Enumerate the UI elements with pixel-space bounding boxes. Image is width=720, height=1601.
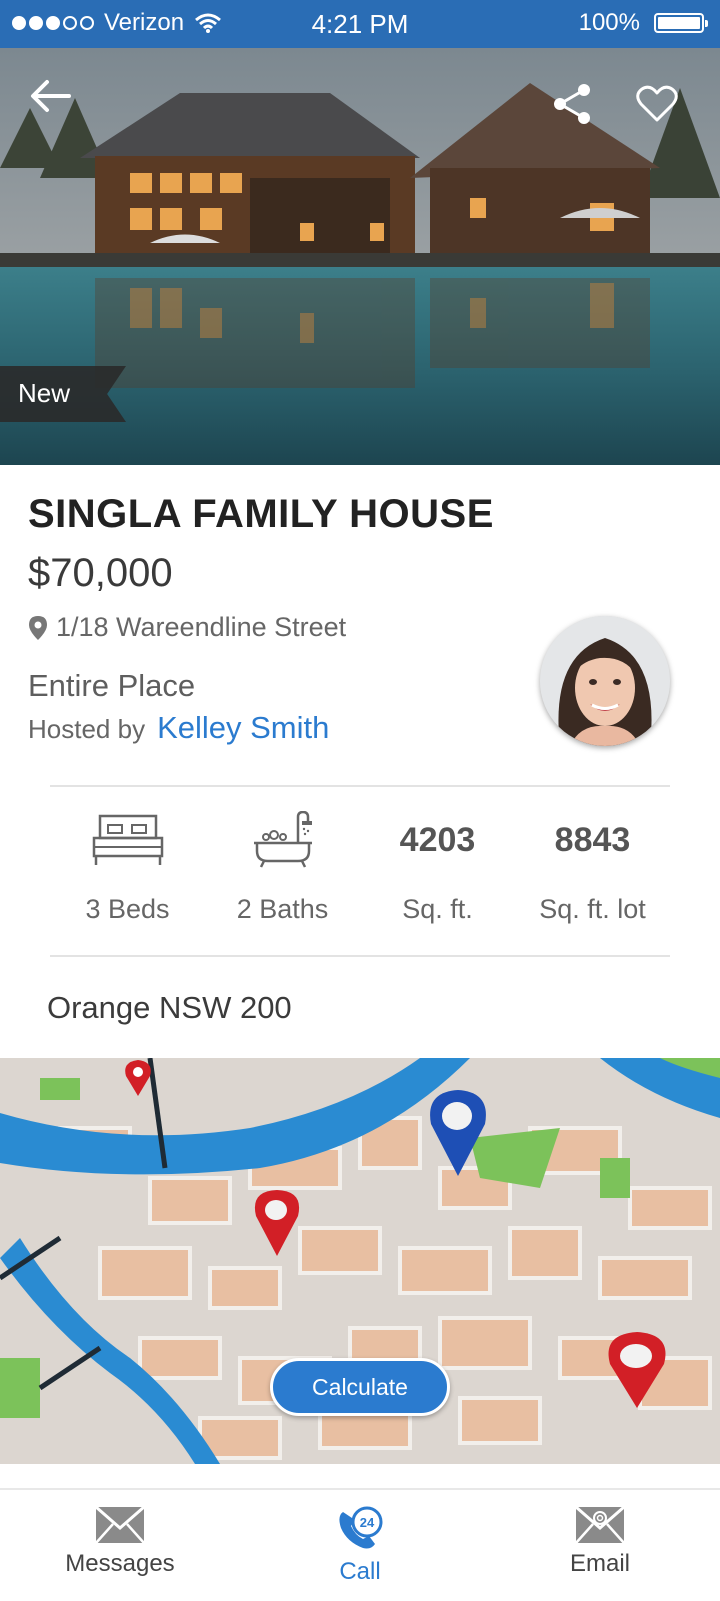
listing-title: SINGLA FAMILY HOUSE [28, 492, 494, 536]
bottom-nav: Messages 24 Call Email [0, 1488, 720, 1601]
features-row: 3 Beds 2 Baths 4203 Sq. ft. 8843 Sq. ft.… [50, 800, 670, 940]
status-bar: Verizon 4:21 PM 100% [0, 0, 720, 48]
hosted-by: Hosted by Kelley Smith [28, 710, 329, 746]
map-pin-red-icon [125, 1060, 151, 1096]
location-pin-icon [29, 615, 47, 640]
map-pin-blue-icon [430, 1090, 486, 1176]
divider-bottom [50, 955, 670, 957]
feature-value: 8843 [554, 820, 631, 859]
status-right: 100% [578, 9, 708, 37]
nav-call[interactable]: 24 Call [240, 1490, 480, 1601]
nav-label: Call [339, 1558, 381, 1585]
host-name-link[interactable]: Kelley Smith [157, 710, 329, 746]
feature-sqft: 4203 Sq. ft. [360, 800, 515, 940]
map-pin-red-icon [254, 1190, 300, 1256]
feature-label: Sq. ft. [402, 894, 473, 924]
new-badge: New [0, 366, 126, 422]
region-text: Orange NSW 200 [47, 990, 292, 1025]
battery-percent: 100% [578, 9, 640, 36]
share-icon [554, 84, 590, 124]
feature-beds: 3 Beds [50, 800, 205, 940]
call-badge-text: 24 [360, 1515, 375, 1530]
battery-fill [658, 17, 700, 29]
bed-icon [92, 814, 163, 865]
nav-label: Email [569, 1550, 630, 1577]
place-type: Entire Place [28, 668, 196, 703]
favorite-button[interactable] [630, 78, 684, 130]
back-arrow-icon [31, 80, 71, 112]
heart-icon [636, 85, 678, 122]
share-button[interactable] [545, 78, 599, 130]
nav-email[interactable]: Email [480, 1490, 720, 1601]
address-text: 1/18 Wareendline Street [56, 612, 347, 642]
host-avatar[interactable] [540, 616, 670, 746]
feature-label: Sq. ft. lot [539, 894, 646, 924]
hosted-by-label: Hosted by [28, 714, 146, 744]
host-portrait [540, 616, 670, 746]
divider-top [50, 785, 670, 787]
map-pin-red-icon [608, 1332, 666, 1408]
hero-image: New [0, 48, 720, 465]
listing-price: $70,000 [28, 551, 173, 595]
new-badge-label: New [18, 378, 71, 408]
feature-lot: 8843 Sq. ft. lot [515, 800, 670, 940]
feature-label: 2 Baths [236, 894, 329, 924]
bathtub-icon [253, 811, 312, 868]
feature-label: 3 Beds [85, 894, 170, 924]
calculate-button[interactable]: Calculate [270, 1358, 450, 1416]
phone-24-icon: 24 [339, 1506, 383, 1549]
battery-icon [654, 13, 708, 33]
nav-messages[interactable]: Messages [0, 1490, 240, 1601]
back-button[interactable] [22, 70, 78, 122]
email-at-icon [575, 1506, 625, 1544]
nav-label: Messages [65, 1550, 175, 1577]
envelope-icon [95, 1506, 145, 1544]
listing-address: 1/18 Wareendline Street [28, 612, 346, 643]
feature-value: 4203 [399, 820, 476, 859]
feature-baths: 2 Baths [205, 800, 360, 940]
